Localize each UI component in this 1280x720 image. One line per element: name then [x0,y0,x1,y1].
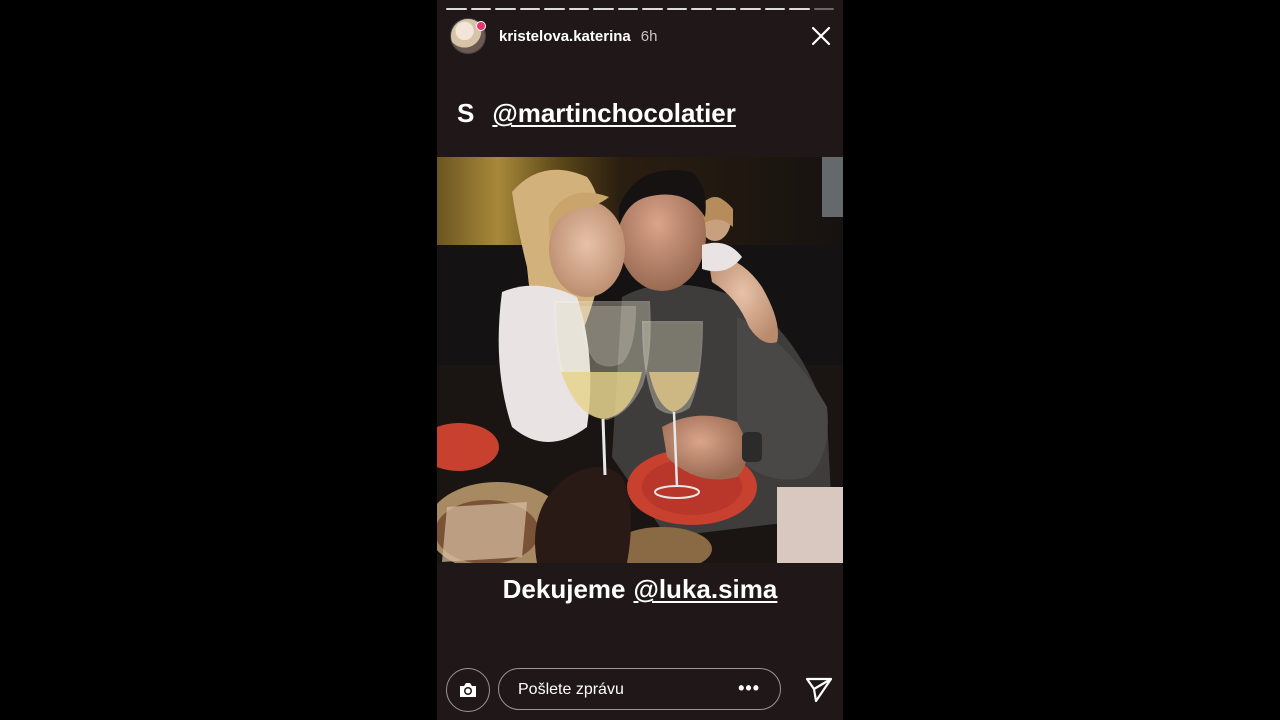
story-header: kristelova.katerina 6h [450,18,657,54]
progress-segment-current [789,8,810,10]
progress-segment [715,8,736,10]
caption-text: Dekujeme [502,574,626,604]
progress-segment [617,8,638,10]
progress-segment [813,8,834,10]
story-photo [437,157,843,563]
camera-button[interactable] [446,668,490,712]
progress-segment [519,8,540,10]
bottom-caption: Dekujeme @luka.sima [437,574,843,605]
close-icon[interactable] [811,26,831,46]
mention-link[interactable]: @martinchocolatier [492,98,736,129]
reply-bar: Pošlete zprávu ••• [446,668,834,712]
progress-segment [544,8,565,10]
post-time: 6h [640,27,658,45]
progress-segment [666,8,687,10]
progress-segment [691,8,712,10]
progress-segment [470,8,491,10]
message-input[interactable]: Pošlete zprávu ••• [498,668,781,710]
camera-icon [460,683,476,697]
caption-letter: S [457,98,475,128]
mention-link[interactable]: @luka.sima [633,574,777,604]
progress-segment [642,8,663,10]
avatar[interactable] [450,18,486,54]
username[interactable]: kristelova.katerina [499,28,631,45]
progress-segment [764,8,785,10]
story-progress-bar [446,8,834,10]
send-icon[interactable] [804,674,834,704]
progress-segment [568,8,589,10]
progress-segment [593,8,614,10]
story-viewer: kristelova.katerina 6h S @martinchocolat… [437,0,843,720]
progress-segment [446,8,467,10]
top-caption: S @martinchocolatier [457,98,736,129]
progress-segment [740,8,761,10]
more-icon[interactable]: ••• [738,678,760,699]
message-placeholder: Pošlete zprávu [518,681,624,698]
progress-segment [495,8,516,10]
